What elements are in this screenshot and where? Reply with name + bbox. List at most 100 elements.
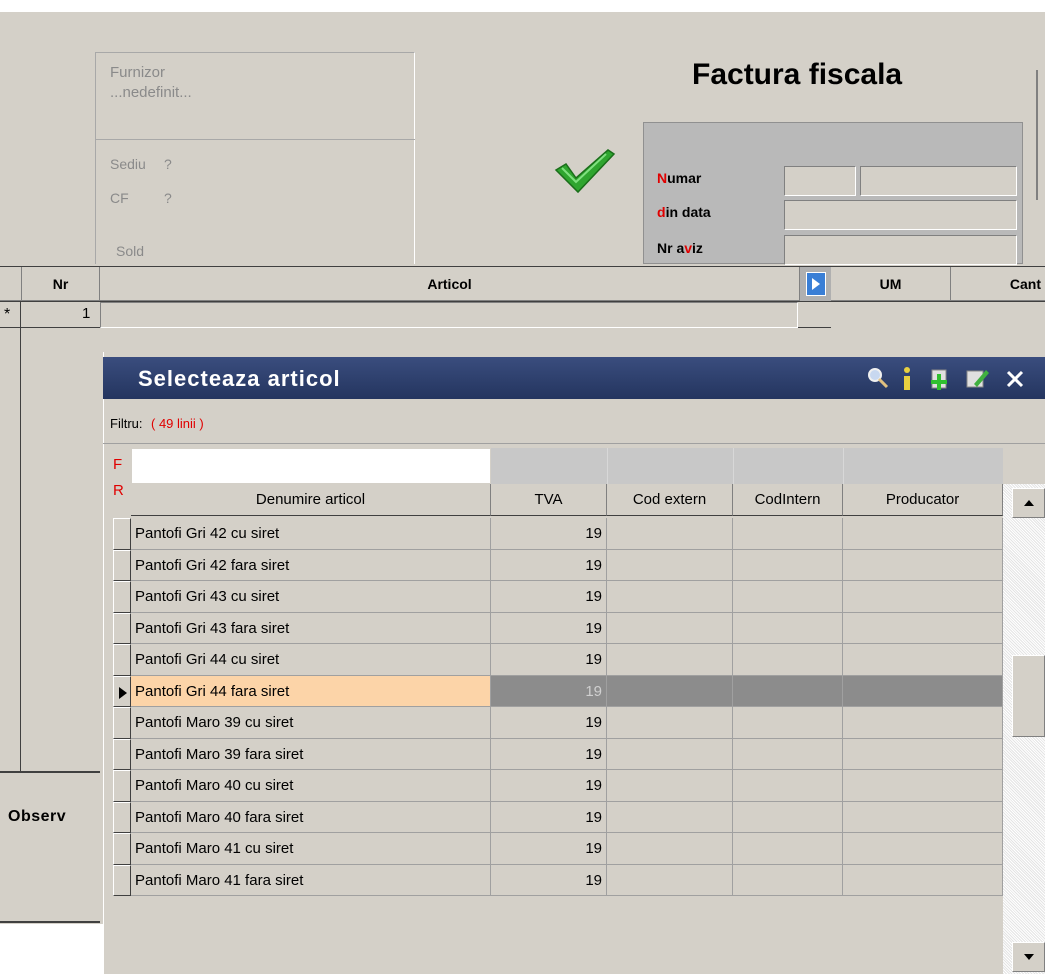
row-name[interactable]: Pantofi Maro 39 cu siret xyxy=(131,707,491,739)
row-tva[interactable]: 19 xyxy=(491,676,607,707)
row-name[interactable]: Pantofi Gri 42 fara siret xyxy=(131,550,491,581)
row-selector[interactable] xyxy=(113,770,131,802)
row-tva[interactable]: 19 xyxy=(491,707,607,739)
row-selector[interactable] xyxy=(113,644,131,676)
row-producator[interactable] xyxy=(843,518,1003,550)
row-cod-intern[interactable] xyxy=(733,518,843,550)
row-name[interactable]: Pantofi Maro 39 fara siret xyxy=(131,739,491,770)
row-tva[interactable]: 19 xyxy=(491,581,607,613)
row-tva[interactable]: 19 xyxy=(491,550,607,581)
row-producator[interactable] xyxy=(843,865,1003,896)
col-cod-intern-header[interactable]: CodIntern xyxy=(733,484,843,516)
row-cod-intern[interactable] xyxy=(733,613,843,644)
row-selector[interactable] xyxy=(113,833,131,865)
search-icon[interactable] xyxy=(866,366,890,390)
checkmark-icon[interactable] xyxy=(552,146,616,198)
row-selector[interactable] xyxy=(113,518,131,550)
col-nr-header[interactable]: Nr xyxy=(22,267,100,301)
row-cod-extern[interactable] xyxy=(607,833,733,865)
row-cod-intern[interactable] xyxy=(733,865,843,896)
row-tva[interactable]: 19 xyxy=(491,739,607,770)
row-producator[interactable] xyxy=(843,833,1003,865)
row-cod-extern[interactable] xyxy=(607,581,733,613)
date-field[interactable] xyxy=(784,200,1017,230)
col-um-header[interactable]: UM xyxy=(831,267,951,301)
row-tva[interactable]: 19 xyxy=(491,802,607,833)
row-name[interactable]: Pantofi Maro 40 cu siret xyxy=(131,770,491,802)
scroll-up-button[interactable] xyxy=(1012,488,1045,518)
row-producator[interactable] xyxy=(843,676,1003,707)
row-cod-extern[interactable] xyxy=(607,644,733,676)
row-producator[interactable] xyxy=(843,770,1003,802)
col-denumire-header[interactable]: Denumire articol xyxy=(131,484,491,516)
row-selector[interactable] xyxy=(113,581,131,613)
articol-input[interactable] xyxy=(100,302,798,328)
row-tva[interactable]: 19 xyxy=(491,613,607,644)
row-cod-intern[interactable] xyxy=(733,644,843,676)
row-cod-intern[interactable] xyxy=(733,833,843,865)
row-cod-intern[interactable] xyxy=(733,550,843,581)
col-cant-header[interactable]: Cant xyxy=(951,267,1045,301)
arrow-down-icon xyxy=(1023,954,1034,960)
row-name[interactable]: Pantofi Gri 43 cu siret xyxy=(131,581,491,613)
row-name[interactable]: Pantofi Maro 40 fara siret xyxy=(131,802,491,833)
row-cod-extern[interactable] xyxy=(607,676,733,707)
row-cod-extern[interactable] xyxy=(607,739,733,770)
row-cod-extern[interactable] xyxy=(607,802,733,833)
row-producator[interactable] xyxy=(843,644,1003,676)
scroll-thumb[interactable] xyxy=(1012,655,1045,737)
scroll-down-button[interactable] xyxy=(1012,942,1045,972)
row-tva[interactable]: 19 xyxy=(491,833,607,865)
numar-series-field[interactable] xyxy=(784,166,856,196)
row-cod-intern[interactable] xyxy=(733,707,843,739)
col-articol-header[interactable]: Articol xyxy=(100,267,800,301)
filter-input[interactable] xyxy=(131,448,491,484)
row-selector[interactable] xyxy=(113,802,131,833)
row-cod-intern[interactable] xyxy=(733,802,843,833)
row-cod-intern[interactable] xyxy=(733,770,843,802)
row-tva[interactable]: 19 xyxy=(491,518,607,550)
row-cod-intern[interactable] xyxy=(733,676,843,707)
row-producator[interactable] xyxy=(843,739,1003,770)
row-tva[interactable]: 19 xyxy=(491,644,607,676)
row-cod-extern[interactable] xyxy=(607,518,733,550)
row-cod-extern[interactable] xyxy=(607,707,733,739)
col-cod-extern-header[interactable]: Cod extern xyxy=(607,484,733,516)
row-selector[interactable] xyxy=(113,865,131,896)
row-cod-extern[interactable] xyxy=(607,865,733,896)
row-name[interactable]: Pantofi Gri 44 cu siret xyxy=(131,644,491,676)
row-tva[interactable]: 19 xyxy=(491,865,607,896)
row-producator[interactable] xyxy=(843,550,1003,581)
row-producator[interactable] xyxy=(843,613,1003,644)
aviz-field[interactable] xyxy=(784,235,1017,265)
row-name[interactable]: Pantofi Gri 42 cu siret xyxy=(131,518,491,550)
close-icon[interactable] xyxy=(1004,366,1026,390)
row-cod-intern[interactable] xyxy=(733,581,843,613)
row-selector[interactable] xyxy=(113,550,131,581)
row-producator[interactable] xyxy=(843,581,1003,613)
row-cod-extern[interactable] xyxy=(607,550,733,581)
row-cod-extern[interactable] xyxy=(607,770,733,802)
filter-sep-3 xyxy=(843,448,844,484)
numar-field[interactable] xyxy=(860,166,1017,196)
row-selector[interactable] xyxy=(113,676,131,707)
edit-icon[interactable] xyxy=(964,366,990,392)
row-producator[interactable] xyxy=(843,707,1003,739)
col-producator-header[interactable]: Producator xyxy=(843,484,1003,516)
info-icon[interactable] xyxy=(898,366,916,392)
expand-arrow-button[interactable] xyxy=(806,272,826,296)
row-selector[interactable] xyxy=(113,613,131,644)
row-producator[interactable] xyxy=(843,802,1003,833)
row-selector[interactable] xyxy=(113,739,131,770)
add-icon[interactable] xyxy=(926,366,952,392)
row-name[interactable]: Pantofi Maro 41 fara siret xyxy=(131,865,491,896)
row-name[interactable]: Pantofi Gri 43 fara siret xyxy=(131,613,491,644)
col-tva-header[interactable]: TVA xyxy=(491,484,607,516)
row-name[interactable]: Pantofi Maro 41 cu siret xyxy=(131,833,491,865)
row-cod-intern[interactable] xyxy=(733,739,843,770)
row-cod-extern[interactable] xyxy=(607,613,733,644)
row-tva[interactable]: 19 xyxy=(491,770,607,802)
row-selector[interactable] xyxy=(113,707,131,739)
sediu-label: Sediu xyxy=(110,156,146,172)
row-name[interactable]: Pantofi Gri 44 fara siret xyxy=(131,676,491,707)
